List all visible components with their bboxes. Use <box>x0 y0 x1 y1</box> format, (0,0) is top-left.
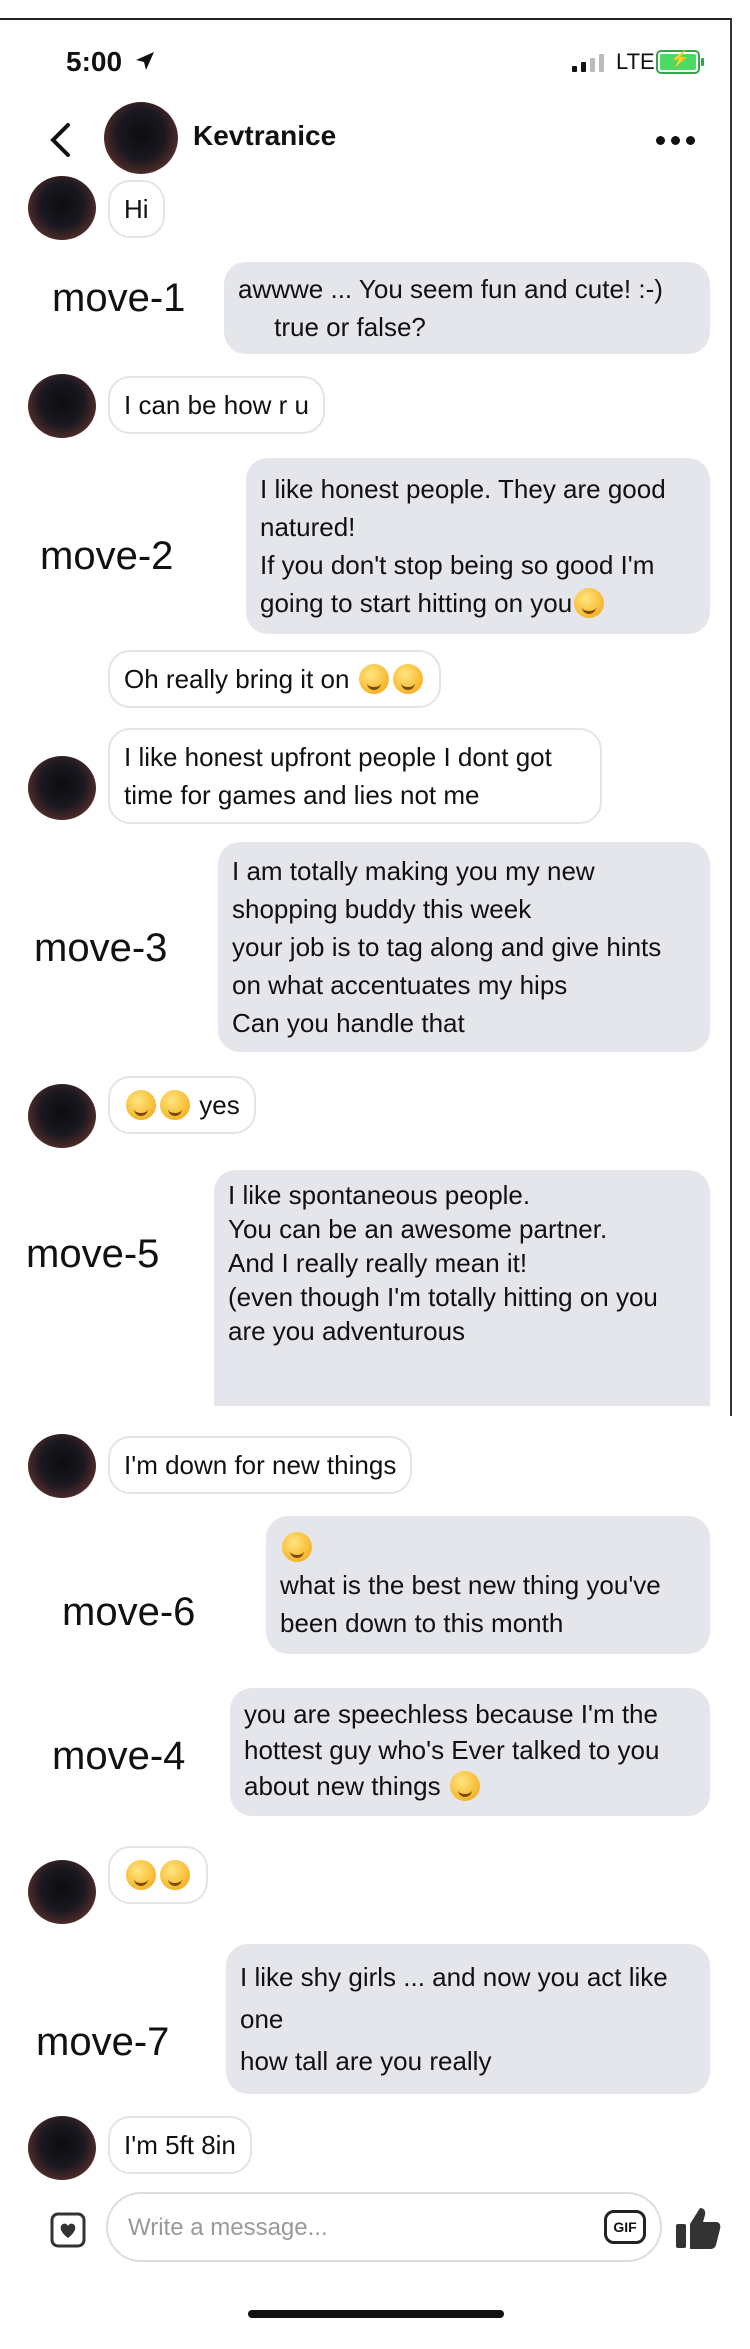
thumbs-up-icon[interactable] <box>672 2202 724 2254</box>
sender-avatar[interactable] <box>28 756 96 820</box>
contact-avatar[interactable] <box>104 102 178 174</box>
outgoing-message: you are speechless because I'm the hotte… <box>230 1688 710 1816</box>
laughing-emoji-icon <box>160 1860 190 1890</box>
move-label: move-4 <box>52 1734 186 1778</box>
outgoing-message: I like shy girls ... and now you act lik… <box>226 1944 710 2094</box>
status-time: 5:00 <box>66 46 123 77</box>
incoming-message: Hi <box>108 180 165 238</box>
incoming-message <box>108 1846 208 1904</box>
move-label: move-7 <box>36 2020 170 2064</box>
move-label: move-2 <box>40 534 174 578</box>
back-chevron-icon[interactable] <box>48 122 72 158</box>
gif-button[interactable]: GIF <box>604 2210 646 2244</box>
home-indicator <box>248 2310 504 2318</box>
outgoing-message: I like spontaneous people. You can be an… <box>214 1170 710 1406</box>
sticker-icon[interactable] <box>46 2208 90 2252</box>
move-label: move-6 <box>62 1590 196 1634</box>
move-label: move-5 <box>26 1232 160 1276</box>
incoming-message: yes <box>108 1076 256 1134</box>
location-arrow-icon <box>136 52 154 70</box>
outgoing-message: what is the best new thing you've been d… <box>266 1516 710 1654</box>
laughing-emoji-icon <box>126 1090 156 1120</box>
grin-emoji-icon <box>392 664 423 694</box>
ok-hand-emoji-icon <box>282 1532 312 1562</box>
battery-icon: ⚡ <box>656 50 704 74</box>
move-label: move-1 <box>52 276 186 320</box>
sender-avatar[interactable] <box>28 1084 96 1148</box>
message-composer: Write a message... GIF <box>0 2188 750 2278</box>
wink-emoji-icon <box>126 1860 156 1890</box>
move-label: move-3 <box>34 926 168 970</box>
sender-avatar[interactable] <box>28 1434 96 1498</box>
sender-avatar[interactable] <box>28 176 96 240</box>
incoming-message: I'm 5ft 8in <box>108 2116 252 2174</box>
outgoing-message: I am totally making you my new shopping … <box>218 842 710 1052</box>
right-border <box>730 18 732 1416</box>
status-bar: 5:00 LTE ⚡ <box>0 40 750 88</box>
incoming-message: I like honest upfront people I dont got … <box>108 728 602 824</box>
outgoing-message: I like honest people. They are good natu… <box>246 458 710 634</box>
conversation-header: Kevtranice <box>0 96 750 184</box>
more-options-icon[interactable] <box>656 136 695 145</box>
network-type: LTE <box>616 49 655 74</box>
sender-avatar[interactable] <box>28 2116 96 2180</box>
message-input[interactable]: Write a message... <box>106 2192 662 2262</box>
wink-emoji-icon <box>574 588 605 618</box>
outgoing-message: awwwe ... You seem fun and cute! :-) tru… <box>224 262 710 354</box>
laughing-emoji-icon <box>449 1771 480 1801</box>
wink-emoji-icon <box>358 664 389 694</box>
sender-avatar[interactable] <box>28 374 96 438</box>
cellular-signal-icon <box>572 52 604 72</box>
incoming-message: I can be how r u <box>108 376 325 434</box>
contact-name[interactable]: Kevtranice <box>193 120 336 152</box>
sender-avatar[interactable] <box>28 1860 96 1924</box>
top-border <box>0 18 730 20</box>
laughing-emoji-icon <box>160 1090 190 1120</box>
incoming-message: Oh really bring it on <box>108 650 441 708</box>
incoming-message: I'm down for new things <box>108 1436 413 1494</box>
